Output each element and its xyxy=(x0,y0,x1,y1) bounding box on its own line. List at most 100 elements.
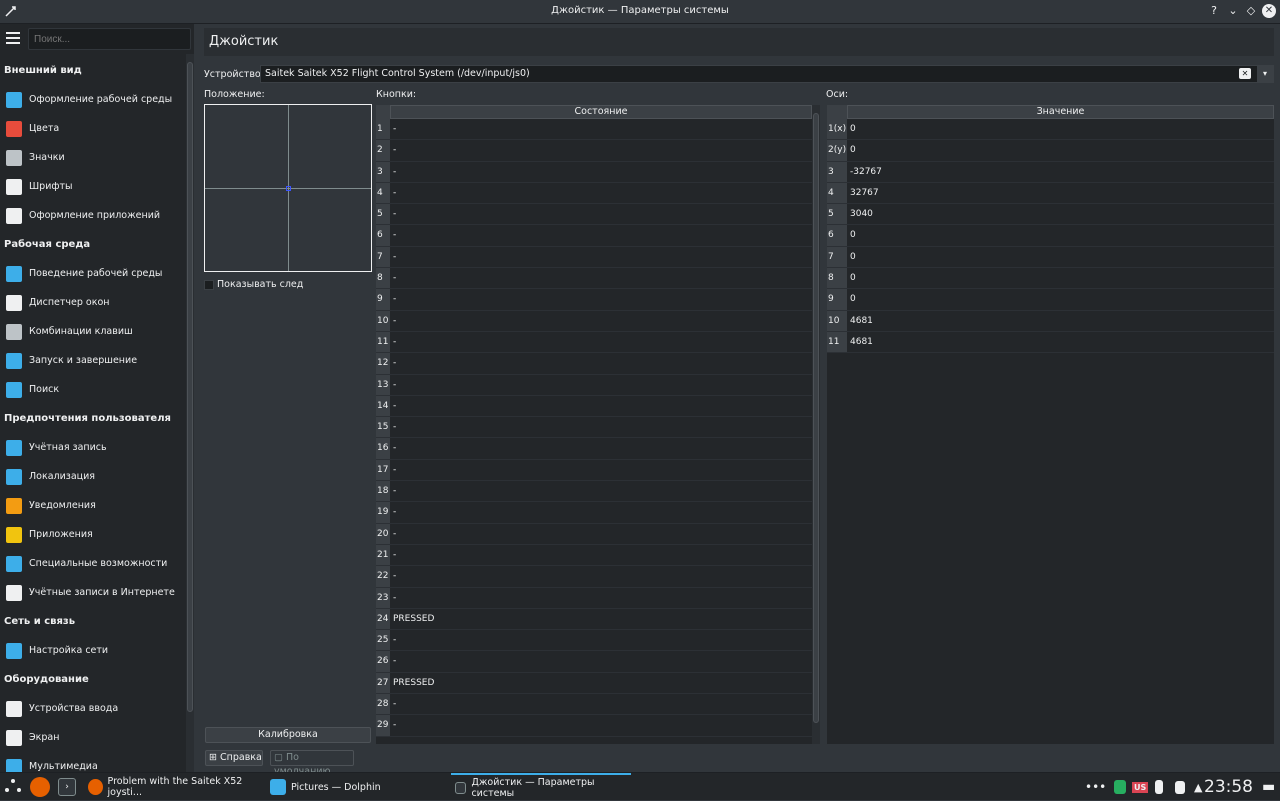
clock[interactable]: 23:58 xyxy=(1204,777,1253,797)
sidebar-item[interactable]: Настройка сети xyxy=(0,636,185,665)
table-row[interactable]: 21- xyxy=(376,544,812,567)
tray-user-icon[interactable] xyxy=(1114,773,1131,801)
search-input[interactable] xyxy=(28,28,191,50)
sidebar-list: Внешний вид Оформление рабочей среды Цвета… xyxy=(0,56,185,781)
menu-icon[interactable] xyxy=(6,32,20,44)
table-row[interactable]: 23- xyxy=(376,587,812,609)
help-button[interactable]: ⊞ Справка xyxy=(205,750,263,766)
maximize-button[interactable]: ◇ xyxy=(1244,4,1258,18)
minimize-button[interactable]: ⌄ xyxy=(1226,4,1240,18)
app-launcher[interactable] xyxy=(4,773,22,801)
table-row[interactable]: 7- xyxy=(376,246,812,269)
table-row[interactable]: 9- xyxy=(376,289,812,311)
sidebar-item[interactable]: Поведение рабочей среды xyxy=(0,259,185,288)
table-row[interactable]: 29- xyxy=(376,715,812,737)
show-trace-option[interactable]: Показывать след xyxy=(204,279,303,290)
sidebar-item[interactable]: Локализация xyxy=(0,462,185,491)
table-row[interactable]: 90 xyxy=(827,289,1274,311)
sidebar-item[interactable]: Учётная запись xyxy=(0,433,185,462)
table-row[interactable]: 70 xyxy=(827,246,1274,269)
table-row[interactable]: 2- xyxy=(376,140,812,162)
table-row[interactable]: 28- xyxy=(376,694,812,716)
sidebar-item[interactable]: Уведомления xyxy=(0,491,185,520)
sidebar-item[interactable]: Комбинации клавиш xyxy=(0,317,185,346)
table-row[interactable]: 11 4681 xyxy=(827,331,1274,354)
table-row[interactable]: 11- xyxy=(376,331,812,354)
axes-column-header[interactable]: Значение xyxy=(847,105,1274,119)
table-row[interactable]: 4 32767 xyxy=(827,182,1274,205)
sidebar-item[interactable]: Запуск и завершение xyxy=(0,346,185,375)
table-row[interactable]: 19- xyxy=(376,502,812,524)
clear-icon[interactable]: ✕ xyxy=(1239,68,1251,79)
chevron-down-icon[interactable]: ▾ xyxy=(1257,66,1273,82)
show-desktop-icon[interactable]: ▬ xyxy=(1262,773,1275,801)
dolphin-icon xyxy=(270,779,286,795)
table-row[interactable]: 27 PRESSED xyxy=(376,672,812,695)
table-row[interactable]: 15- xyxy=(376,417,812,439)
table-row[interactable]: 18- xyxy=(376,481,812,503)
sidebar-item[interactable]: Учётные записи в Интернете xyxy=(0,578,185,607)
task-system-settings[interactable]: Джойстик — Параметры системы xyxy=(451,773,631,801)
table-row[interactable]: 10 4681 xyxy=(827,310,1274,332)
table-row[interactable]: 1- xyxy=(376,119,812,141)
table-row[interactable]: 12- xyxy=(376,353,812,375)
calibrate-button[interactable]: Калибровка xyxy=(205,727,371,743)
table-row[interactable]: 13- xyxy=(376,374,812,396)
table-row[interactable]: 10- xyxy=(376,310,812,332)
table-row[interactable]: 20- xyxy=(376,523,812,545)
firefox-launcher[interactable] xyxy=(30,773,55,801)
sidebar-item[interactable]: Диспетчер окон xyxy=(0,288,185,317)
table-row[interactable]: 5- xyxy=(376,204,812,226)
sidebar-item[interactable]: Значки xyxy=(0,143,185,172)
row-value: - xyxy=(393,464,397,475)
sidebar-item[interactable]: Устройства ввода xyxy=(0,694,185,723)
sidebar-item[interactable]: Оформление рабочей среды xyxy=(0,85,185,114)
tray-more-icon[interactable]: ••• xyxy=(1085,773,1106,801)
sidebar-item[interactable]: Экран xyxy=(0,723,185,752)
sidebar-item[interactable]: Оформление приложений xyxy=(0,201,185,230)
table-row[interactable]: 3- xyxy=(376,161,812,183)
buttons-scrollbar[interactable] xyxy=(812,105,820,744)
table-row[interactable]: 2(y) 0 xyxy=(827,140,1274,162)
table-row[interactable]: 24 PRESSED xyxy=(376,608,812,631)
table-row[interactable]: 26- xyxy=(376,651,812,673)
table-row[interactable]: 14- xyxy=(376,395,812,418)
row-value: - xyxy=(393,592,397,603)
table-row[interactable]: 4- xyxy=(376,182,812,205)
table-row[interactable]: 60 xyxy=(827,225,1274,247)
table-row[interactable]: 17- xyxy=(376,459,812,482)
terminal-launcher[interactable]: › xyxy=(58,773,81,801)
sidebar-item[interactable]: Шрифты xyxy=(0,172,185,201)
workspace-theme-icon xyxy=(6,91,22,108)
row-value: - xyxy=(393,400,397,411)
task-firefox[interactable]: Problem with the Saitek X52 joysti... xyxy=(88,773,264,801)
row-number: 24 xyxy=(376,608,390,630)
table-row[interactable]: 6- xyxy=(376,225,812,247)
keyboard-layout-indicator[interactable]: US xyxy=(1132,773,1149,801)
sidebar-item[interactable]: Специальные возможности xyxy=(0,549,185,578)
table-row[interactable]: 5 3040 xyxy=(827,204,1274,226)
tray-expand-icon[interactable]: ▲ xyxy=(1194,773,1202,801)
row-value: - xyxy=(393,699,397,710)
table-row[interactable]: 1(x) 0 xyxy=(827,119,1274,141)
sidebar-item[interactable]: Цвета xyxy=(0,114,185,143)
table-row[interactable]: 3 -32767 xyxy=(827,161,1274,183)
sidebar: Внешний вид Оформление рабочей среды Цвета… xyxy=(0,24,194,775)
buttons-column-header[interactable]: Состояние xyxy=(390,105,812,119)
help-window-button[interactable]: ? xyxy=(1207,4,1221,18)
tray-device-icon[interactable] xyxy=(1155,773,1168,801)
close-button[interactable]: ✕ xyxy=(1262,4,1276,18)
table-row[interactable]: 16- xyxy=(376,438,812,460)
sidebar-item[interactable]: Приложения xyxy=(0,520,185,549)
table-row[interactable]: 8- xyxy=(376,268,812,290)
tray-clipboard-icon[interactable] xyxy=(1175,773,1190,801)
sidebar-item[interactable]: Поиск xyxy=(0,375,185,404)
show-trace-checkbox[interactable] xyxy=(204,279,214,290)
table-row[interactable]: 80 xyxy=(827,268,1274,290)
task-dolphin[interactable]: Pictures — Dolphin xyxy=(270,773,446,801)
sidebar-scrollbar[interactable] xyxy=(186,54,194,772)
table-row[interactable]: 25- xyxy=(376,630,812,652)
device-select[interactable]: Saitek Saitek X52 Flight Control System … xyxy=(260,65,1274,83)
defaults-button[interactable]: ▢ По умолчанию xyxy=(270,750,354,777)
table-row[interactable]: 22- xyxy=(376,566,812,588)
